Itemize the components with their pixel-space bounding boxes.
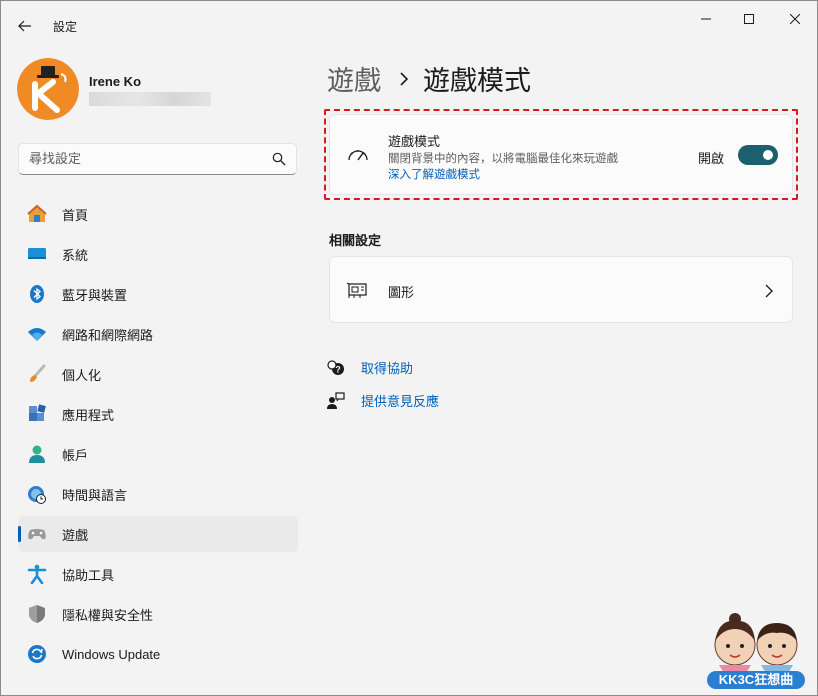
related-settings-heading: 相關設定: [329, 233, 382, 248]
highlight-annotation: [324, 109, 798, 200]
bluetooth-icon: [30, 285, 44, 303]
search-input[interactable]: [29, 151, 269, 166]
user-email-redacted: [89, 92, 211, 106]
sidebar-item-label: 時間與語言: [62, 487, 128, 503]
back-button[interactable]: [11, 12, 39, 40]
maximize-button[interactable]: [726, 7, 772, 31]
minimize-icon: [701, 18, 711, 20]
sidebar-item-label: 藍牙與裝置: [62, 287, 128, 303]
sidebar-item-network[interactable]: 網路和網際網路: [18, 316, 298, 352]
sidebar-item-label: 個人化: [62, 367, 102, 383]
settings-window: 設定 Irene Ko 尋找設定 首頁 系統 藍牙與裝置 網路和網際網路 個人化…: [0, 0, 818, 696]
sidebar-item-label: 隱私權與安全性: [62, 607, 154, 623]
sidebar-item-time-language[interactable]: 時間與語言: [18, 476, 298, 512]
breadcrumb: 遊戲 遊戲模式: [327, 59, 531, 98]
get-help-label: 取得協助: [361, 361, 414, 376]
accessibility-icon: [27, 564, 47, 584]
sidebar-item-label: Windows Update: [62, 646, 161, 662]
close-icon: [790, 14, 800, 24]
sidebar-item-accessibility[interactable]: 協助工具: [18, 556, 298, 592]
sidebar-nav: 首頁 系統 藍牙與裝置 網路和網際網路 個人化 應用程式 帳戶 時間與語言 遊戲…: [18, 196, 298, 676]
sidebar-item-personalization[interactable]: 個人化: [18, 356, 298, 392]
help-icon: ?: [327, 359, 344, 375]
search-icon: [272, 152, 286, 166]
search-box[interactable]: [18, 143, 297, 175]
mascot-illustration: [714, 613, 798, 675]
sidebar-item-gaming[interactable]: 遊戲: [18, 516, 298, 552]
user-name: Irene Ko: [89, 74, 142, 89]
graphics-label: 圖形: [388, 285, 415, 300]
graphics-settings-card[interactable]: 圖形: [329, 256, 793, 323]
globe-clock-icon: [28, 486, 46, 504]
close-button[interactable]: [772, 7, 818, 31]
sidebar-item-label: 協助工具: [62, 567, 115, 583]
sidebar-item-label: 應用程式: [62, 407, 115, 423]
sidebar-item-label: 遊戲: [62, 527, 89, 543]
sidebar-item-windows-update[interactable]: Windows Update: [18, 636, 298, 672]
avatar-image: [17, 58, 79, 120]
update-icon: [28, 645, 46, 663]
sidebar-item-privacy[interactable]: 隱私權與安全性: [18, 596, 298, 632]
chevron-right-icon: [400, 71, 409, 86]
title-bar: 設定: [1, 1, 817, 49]
apps-icon: [29, 404, 46, 421]
page-title: 遊戲模式: [423, 66, 531, 96]
graphics-card-icon: [346, 282, 367, 298]
sidebar-item-label: 系統: [62, 247, 89, 263]
sidebar-item-bluetooth[interactable]: 藍牙與裝置: [18, 276, 298, 312]
breadcrumb-parent[interactable]: 遊戲: [327, 59, 381, 98]
shield-icon: [29, 605, 45, 623]
feedback-label: 提供意見反應: [361, 394, 440, 409]
sidebar-item-accounts[interactable]: 帳戶: [18, 436, 298, 472]
avatar[interactable]: [17, 58, 79, 120]
system-icon: [28, 248, 46, 259]
sidebar-item-apps[interactable]: 應用程式: [18, 396, 298, 432]
sidebar-item-label: 帳戶: [62, 447, 89, 463]
gamepad-icon: [28, 529, 46, 540]
get-help-link[interactable]: ? 取得協助: [327, 358, 413, 377]
watermark-text: KK3C狂想曲: [707, 671, 805, 689]
feedback-icon: [327, 391, 345, 409]
maximize-icon: [744, 14, 754, 24]
sidebar-item-label: 首頁: [62, 207, 89, 223]
wifi-icon: [28, 328, 46, 341]
back-arrow-icon: [18, 20, 31, 32]
brush-icon: [30, 364, 46, 382]
chevron-right-icon: [765, 284, 773, 298]
app-title: 設定: [53, 20, 78, 34]
minimize-button[interactable]: [683, 7, 729, 31]
sidebar-item-home[interactable]: 首頁: [18, 196, 298, 232]
sidebar-item-label: 網路和網際網路: [62, 327, 154, 343]
account-icon: [29, 445, 45, 463]
home-icon: [27, 204, 47, 222]
watermark-logo: KK3C狂想曲: [701, 613, 813, 693]
feedback-link[interactable]: 提供意見反應: [327, 391, 439, 410]
sidebar-item-system[interactable]: 系統: [18, 236, 298, 272]
